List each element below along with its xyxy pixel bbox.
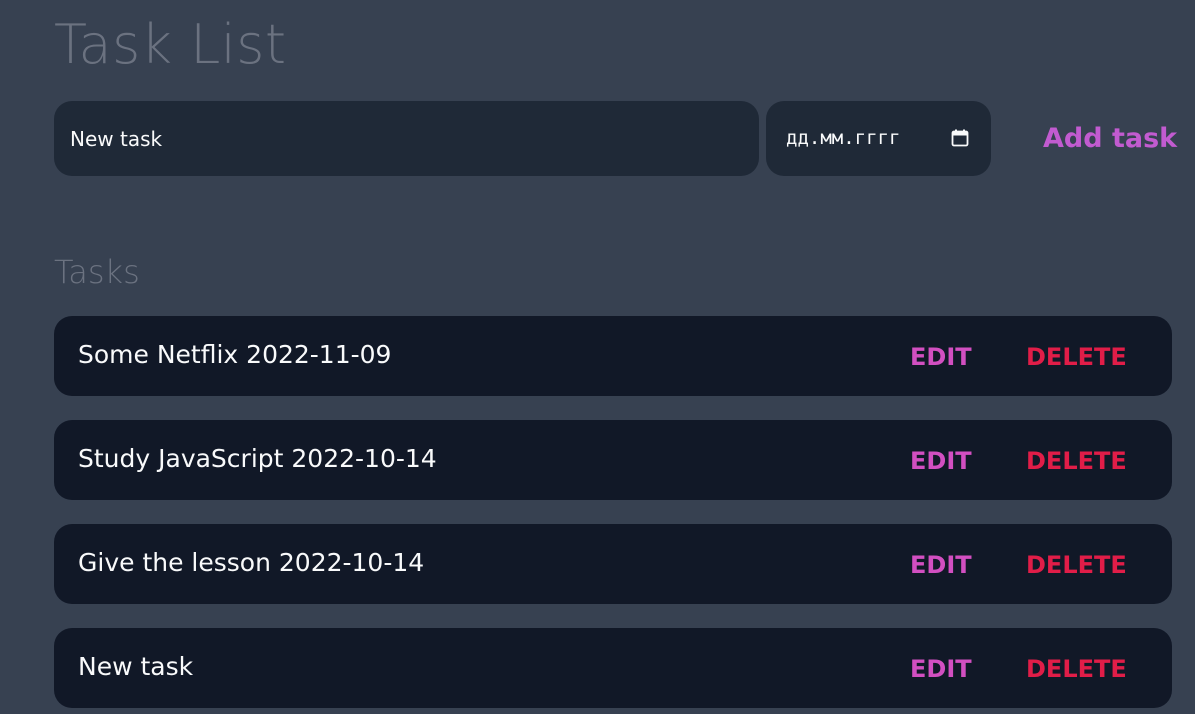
task-row: Give the lesson 2022-10-14 EDIT DELETE — [54, 524, 1172, 604]
edit-task-button[interactable]: EDIT — [910, 628, 972, 708]
delete-task-button[interactable]: DELETE — [1026, 420, 1127, 500]
delete-task-button[interactable]: DELETE — [1026, 524, 1127, 604]
delete-task-button[interactable]: DELETE — [1026, 628, 1127, 708]
task-text: Give the lesson 2022-10-14 — [78, 548, 425, 577]
edit-task-button[interactable]: EDIT — [910, 316, 972, 396]
task-text: Study JavaScript 2022-10-14 — [78, 444, 437, 473]
tasks-heading: Tasks — [54, 253, 140, 291]
edit-task-button[interactable]: EDIT — [910, 524, 972, 604]
page-title: Task List — [54, 13, 287, 76]
delete-task-button[interactable]: DELETE — [1026, 316, 1127, 396]
task-row: New task EDIT DELETE — [54, 628, 1172, 708]
task-text: Some Netflix 2022-11-09 — [78, 340, 392, 369]
task-text: New task — [78, 652, 194, 681]
add-task-button[interactable]: Add task — [1024, 101, 1187, 176]
task-row: Some Netflix 2022-11-09 EDIT DELETE — [54, 316, 1172, 396]
task-row: Study JavaScript 2022-10-14 EDIT DELETE — [54, 420, 1172, 500]
edit-task-button[interactable]: EDIT — [910, 420, 972, 500]
calendar-icon[interactable] — [951, 129, 969, 147]
task-date-field[interactable]: дд.мм.гггг — [766, 101, 991, 176]
new-task-input[interactable] — [54, 101, 759, 176]
new-task-form: дд.мм.гггг Add task — [54, 101, 1177, 176]
date-placeholder: дд.мм.гггг — [786, 127, 901, 149]
